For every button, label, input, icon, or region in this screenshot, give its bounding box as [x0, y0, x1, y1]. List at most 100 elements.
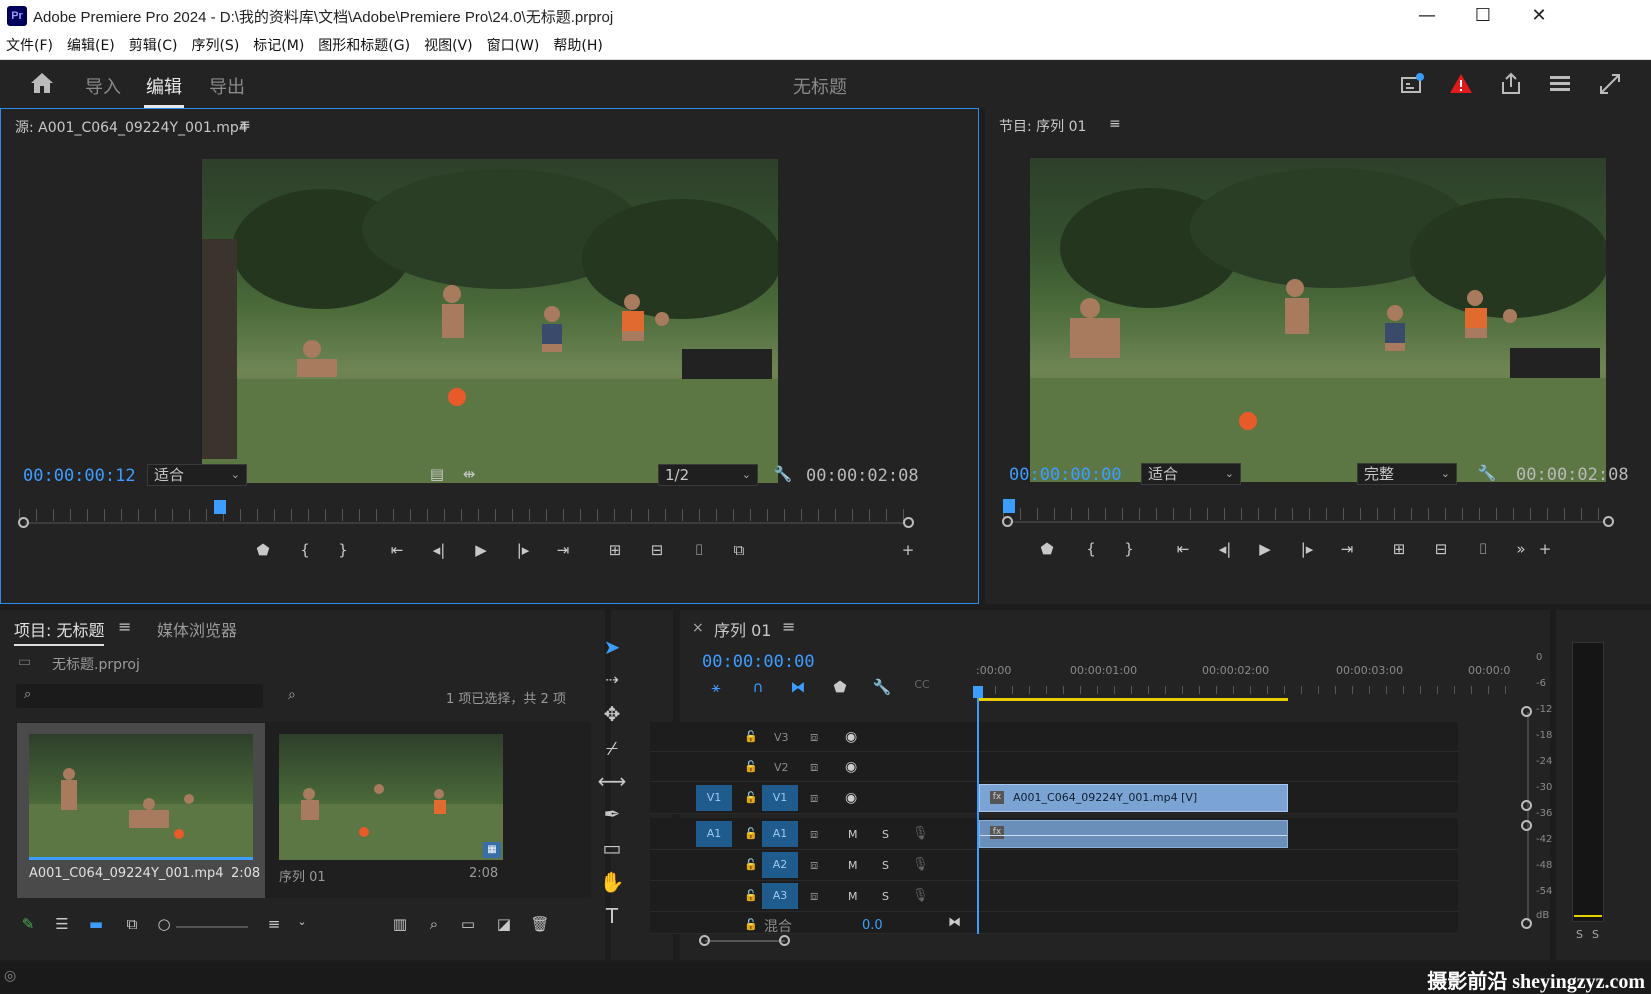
replace-icon[interactable]: ⧉ [727, 541, 751, 559]
go-to-out-icon[interactable]: ⇥ [1335, 540, 1359, 558]
program-time-ruler[interactable] [1003, 508, 1611, 520]
microphone-icon[interactable]: 🎙 [912, 888, 929, 903]
share-icon[interactable] [1498, 71, 1524, 97]
insert-icon[interactable]: ⊞ [603, 541, 627, 559]
sync-lock-icon[interactable]: ⧈ [810, 760, 818, 775]
rectangle-tool-icon[interactable]: ▭ [597, 834, 627, 862]
zoom-handle-right[interactable] [1603, 516, 1614, 527]
type-tool-icon[interactable]: T [597, 902, 627, 930]
alert-icon[interactable] [1448, 71, 1474, 97]
lock-icon[interactable]: 🔓 [744, 760, 758, 773]
add-button-icon[interactable]: + [896, 541, 920, 559]
lift-icon[interactable]: ⊞ [1387, 540, 1411, 558]
microphone-icon[interactable]: 🎙 [912, 857, 929, 872]
project-item-sequence[interactable]: ▦ 序列 01 2:08 [267, 723, 515, 898]
program-video-frame[interactable] [1030, 158, 1606, 482]
pencil-icon[interactable]: ✎ [16, 915, 40, 933]
trash-icon[interactable]: 🗑 [528, 915, 552, 933]
track-select-tool-icon[interactable]: ⇢ [597, 666, 627, 694]
lock-icon[interactable]: 🔓 [744, 791, 758, 804]
playhead-handle[interactable] [973, 686, 983, 698]
mark-in-icon[interactable]: { [1079, 540, 1103, 558]
nest-toggle-icon[interactable]: ⚹ [704, 678, 728, 696]
solo-left-button[interactable]: S [1576, 928, 1583, 941]
sync-lock-icon[interactable]: ⧈ [810, 827, 818, 842]
mark-in-icon[interactable]: { [293, 541, 317, 559]
home-icon[interactable] [30, 72, 54, 94]
timeline-ruler-ticks[interactable] [978, 686, 1518, 694]
track-label-a2[interactable]: A2 [762, 852, 798, 878]
workspaces-icon[interactable] [1547, 71, 1573, 97]
captions-icon[interactable] [1399, 71, 1425, 97]
list-view-icon[interactable]: ☰ [50, 915, 74, 933]
hscroll-handle-left[interactable] [699, 935, 710, 946]
step-forward-icon[interactable]: |▸ [1295, 540, 1319, 558]
add-marker-icon[interactable]: ⬟ [1035, 540, 1059, 558]
source-timecode[interactable]: 00:00:00:12 [23, 466, 136, 486]
menu-edit[interactable]: 编辑(E) [60, 32, 122, 60]
menu-help[interactable]: 帮助(H) [546, 32, 609, 60]
source-patch-a1[interactable]: A1 [696, 821, 732, 847]
menu-view[interactable]: 视图(V) [417, 32, 480, 60]
close-button[interactable]: ✕ [1511, 0, 1567, 32]
pen-tool-icon[interactable]: ✒ [597, 800, 627, 828]
eye-icon[interactable]: ◉ [845, 759, 857, 775]
vscroll-handle[interactable] [1521, 800, 1532, 811]
creative-cloud-icon[interactable]: ◎ [4, 968, 16, 984]
zoom-handle-right[interactable] [903, 517, 914, 528]
project-menu-icon[interactable]: ≡ [118, 617, 131, 636]
solo-button[interactable]: S [882, 859, 889, 872]
program-zoom-bar[interactable] [1009, 521, 1605, 523]
track-label-a1[interactable]: A1 [762, 821, 798, 847]
sync-lock-icon[interactable]: ⧈ [810, 730, 818, 745]
mark-out-icon[interactable]: } [1117, 540, 1141, 558]
hand-tool-icon[interactable]: ✋ [597, 868, 627, 896]
freeform-view-icon[interactable]: ⧉ [120, 915, 144, 933]
settings-wrench-icon[interactable]: 🔧 [771, 465, 795, 483]
chevron-down-icon[interactable]: ⌄ [290, 915, 314, 928]
play-icon[interactable]: ▶ [1253, 540, 1277, 558]
sync-lock-icon[interactable]: ⧈ [810, 858, 818, 873]
vscroll-handle[interactable] [1521, 706, 1532, 717]
overwrite-icon[interactable]: ⊟ [645, 541, 669, 559]
timeline-hscroll[interactable] [705, 940, 785, 942]
tab-import[interactable]: 导入 [85, 73, 121, 99]
sequence-tab[interactable]: 序列 01 [714, 617, 771, 641]
icon-view-icon[interactable]: ▬ [84, 915, 108, 933]
source-panel-menu-icon[interactable]: ≡ [239, 117, 251, 133]
source-resolution-dropdown[interactable]: 1/2 ⌄ [658, 464, 758, 486]
track-label-v1[interactable]: V1 [762, 785, 798, 811]
tab-media-browser[interactable]: 媒体浏览器 [157, 617, 237, 641]
project-search-input[interactable]: ⌕ [16, 684, 263, 708]
export-frame-icon[interactable]: ⌷ [687, 541, 711, 559]
eye-icon[interactable]: ◉ [845, 790, 857, 806]
source-fit-dropdown[interactable]: 适合 ⌄ [147, 464, 247, 486]
menu-file[interactable]: 文件(F) [0, 32, 60, 60]
microphone-icon[interactable]: 🎙 [912, 826, 929, 841]
program-panel-menu-icon[interactable]: ≡ [1109, 116, 1121, 132]
new-bin-icon[interactable]: ▭ [456, 915, 480, 933]
program-timecode[interactable]: 00:00:00:00 [1009, 465, 1122, 485]
maximize-button[interactable]: ☐ [1455, 0, 1511, 32]
more-controls-icon[interactable]: » [1509, 540, 1533, 558]
work-area-bar[interactable] [978, 698, 1288, 701]
step-back-icon[interactable]: ◂| [1213, 540, 1237, 558]
menu-sequence[interactable]: 序列(S) [184, 32, 246, 60]
program-fit-dropdown[interactable]: 适合 ⌄ [1141, 463, 1241, 485]
automate-to-sequence-icon[interactable]: ▥ [388, 915, 412, 933]
timeline-playhead[interactable] [977, 686, 979, 934]
snap-magnet-icon[interactable]: ∩ [746, 678, 770, 696]
menu-clip[interactable]: 剪辑(C) [122, 32, 185, 60]
source-playhead[interactable] [214, 500, 227, 514]
go-to-in-icon[interactable]: ⇤ [385, 541, 409, 559]
lock-icon[interactable]: 🔓 [744, 889, 758, 902]
close-sequence-icon[interactable]: × [692, 620, 704, 636]
source-patch-v1[interactable]: V1 [696, 785, 732, 811]
vscroll-handle[interactable] [1521, 820, 1532, 831]
program-quality-dropdown[interactable]: 完整 ⌄ [1357, 463, 1457, 485]
captions-cc-icon[interactable]: CC [910, 678, 934, 691]
drag-video-audio-icon[interactable]: ⇹ [457, 465, 481, 483]
fullscreen-icon[interactable] [1597, 71, 1623, 97]
program-playhead[interactable] [1003, 499, 1015, 513]
add-marker-icon[interactable]: ⬟ [828, 678, 852, 696]
